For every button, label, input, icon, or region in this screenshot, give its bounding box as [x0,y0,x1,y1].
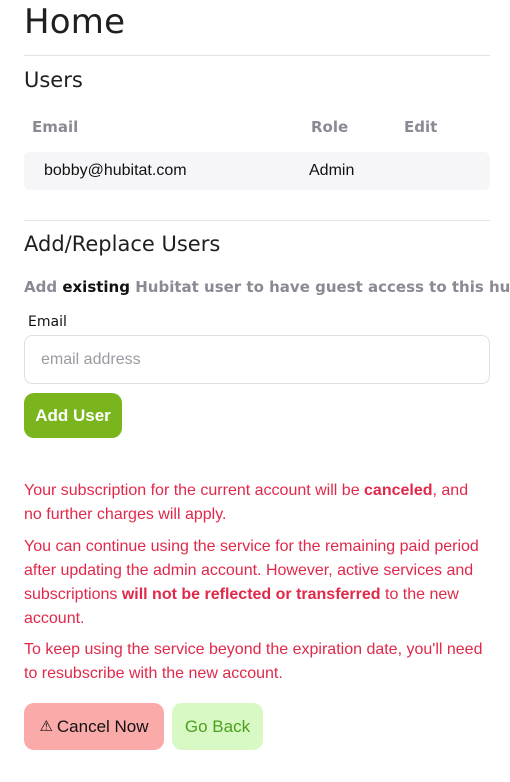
go-back-button[interactable]: Go Back [172,703,263,750]
add-section-title: Add/Replace Users [24,232,221,256]
warning-text: To keep using the service beyond the exp… [24,641,483,682]
cancel-now-label: Cancel Now [56,716,149,736]
email-field[interactable] [24,335,490,384]
warning-paragraph-resubscribe: To keep using the service beyond the exp… [24,638,490,686]
warning-triangle-icon: ⚠ [39,718,53,735]
column-header-email: Email [32,118,79,136]
warning-emphasis: will not be reflected or transferred [121,586,381,603]
page-title: Home [24,2,126,42]
column-header-role: Role [311,118,349,136]
add-user-instruction: Add existing Hubitat user to have guest … [24,278,510,296]
users-section-title: Users [24,68,83,92]
warning-paragraph-transfer: You can continue using the service for t… [24,535,490,631]
instruction-suffix: Hubitat user to have guest access to thi… [135,278,510,296]
instruction-prefix: Add [24,278,58,296]
email-field-label: Email [28,314,67,330]
user-role: Admin [309,162,355,179]
warning-emphasis: canceled [364,482,433,499]
user-email: bobby@hubitat.com [44,162,187,179]
add-user-button[interactable]: Add User [24,393,122,438]
cancel-now-button[interactable]: ⚠ Cancel Now [24,703,164,750]
users-table-header: Email Role Edit [24,118,490,138]
column-header-edit: Edit [404,118,438,136]
divider [24,55,490,56]
warning-paragraph-cancel: Your subscription for the current accoun… [24,479,490,527]
warning-text: Your subscription for the current accoun… [24,482,365,499]
table-row: bobby@hubitat.com Admin [24,152,490,190]
divider [24,220,490,221]
instruction-emphasis: existing [62,278,130,296]
